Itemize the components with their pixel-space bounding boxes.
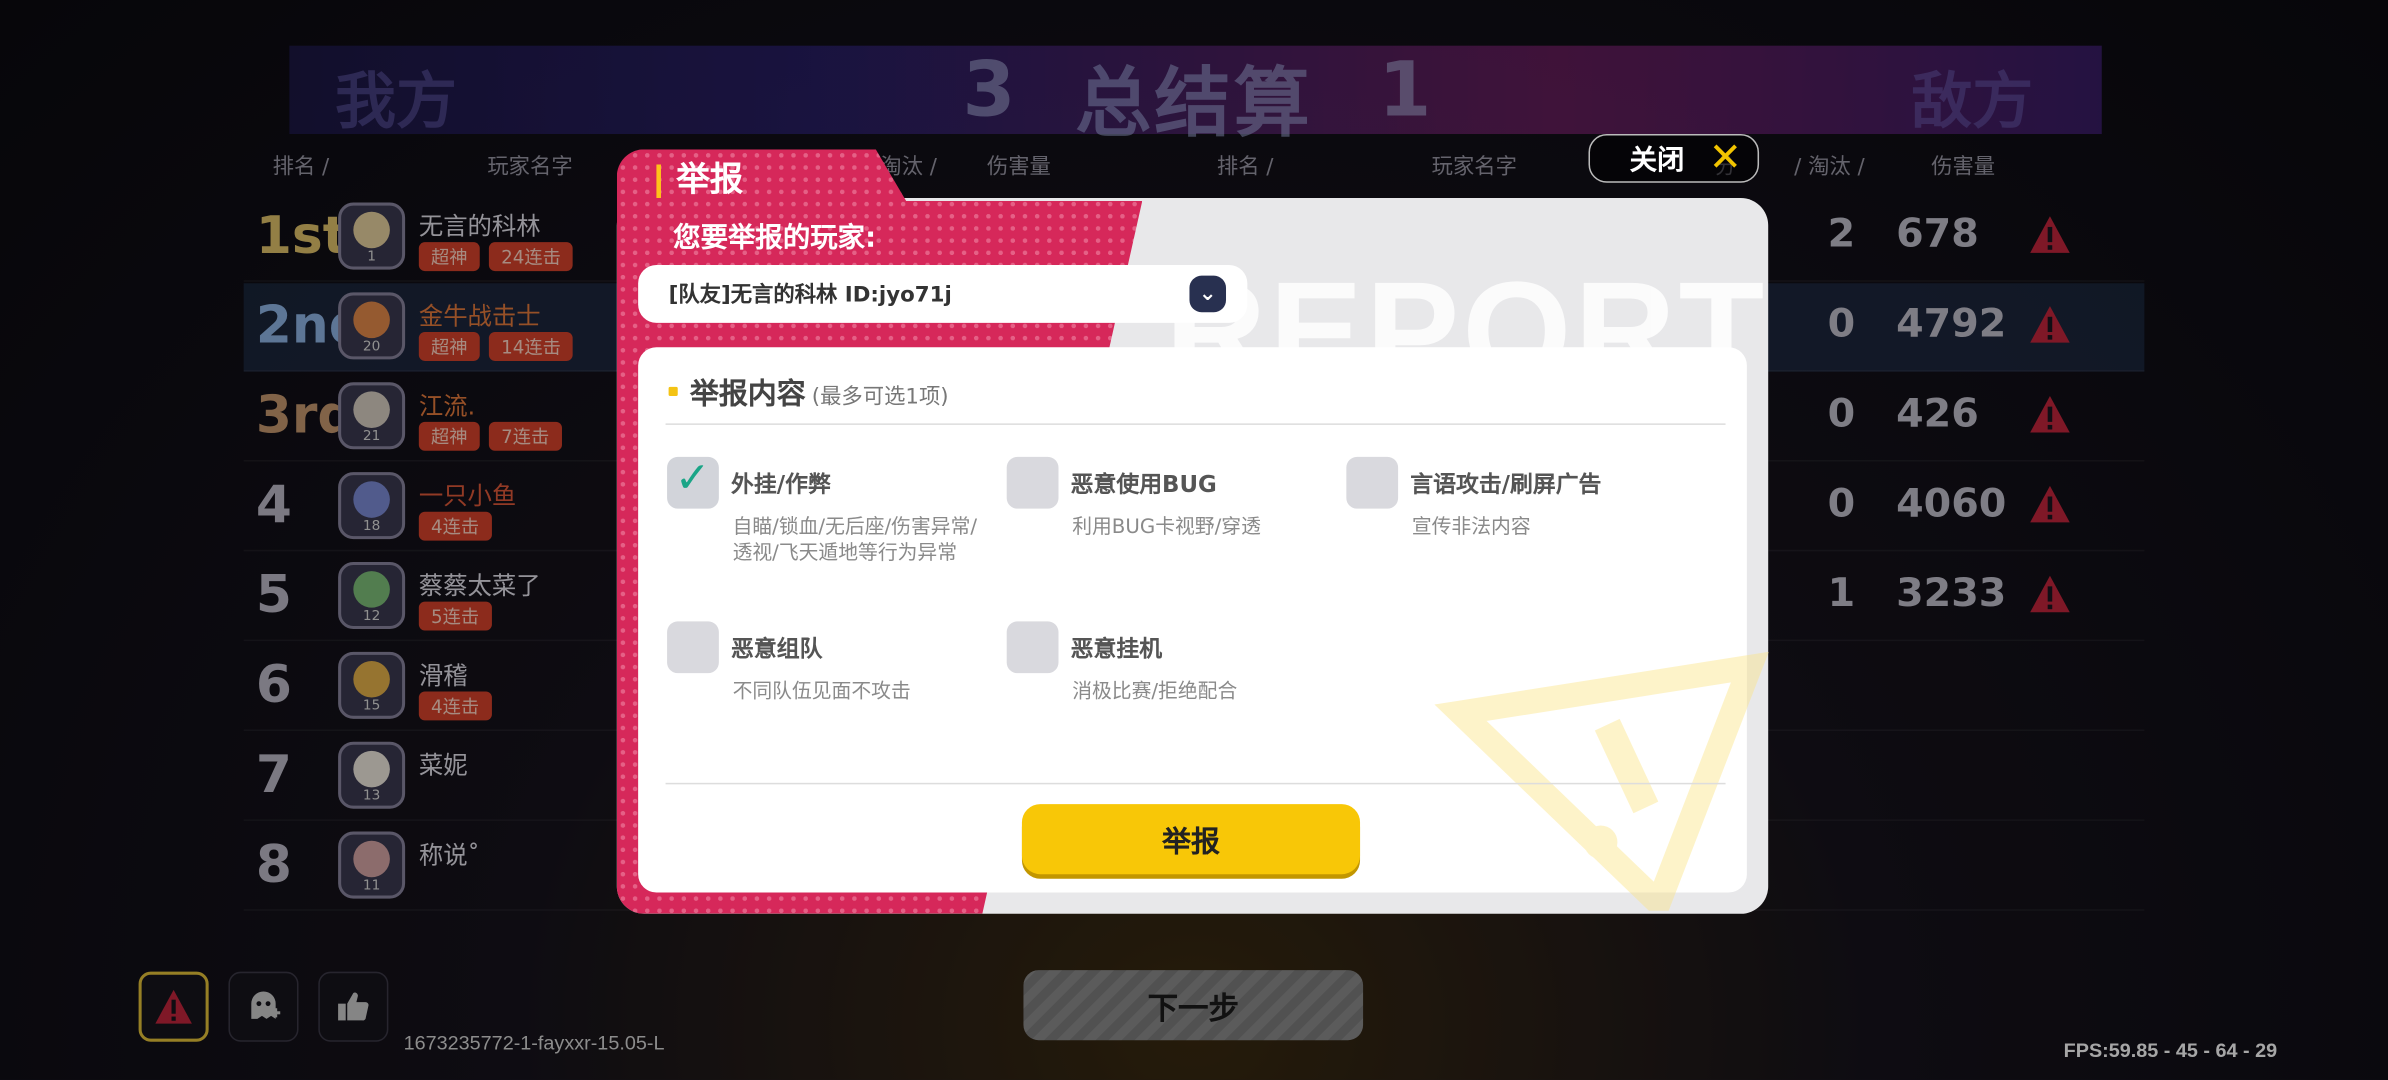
option-label: 恶意使用BUG <box>1070 470 1217 499</box>
report-dialog-title: 举报 <box>656 164 743 198</box>
submit-report-button[interactable]: 举报 <box>1021 804 1361 875</box>
close-label: 关闭 <box>1629 144 1685 177</box>
close-button[interactable]: 关闭 ✕ <box>1588 134 1760 183</box>
option-description: 宣传非法内容 <box>1411 516 1531 540</box>
divider <box>665 423 1726 425</box>
checkbox-checked[interactable] <box>667 452 719 509</box>
section-marker <box>668 386 678 396</box>
checkbox[interactable] <box>1346 456 1399 509</box>
option-description: 消极比赛/拒绝配合 <box>1072 680 1238 704</box>
option-label: 恶意组队 <box>731 635 823 663</box>
option-label: 言语攻击/刷屏广告 <box>1410 470 1602 499</box>
selected-player-text: [队友]无言的科林 ID:jyo71j <box>668 283 952 308</box>
option-description: 利用BUG卡视野/穿透 <box>1072 516 1261 540</box>
report-dialog: REPORT 举报 您要举报的玩家: [队友]无言的科林 ID:jyo71j ⌄… <box>616 134 1769 914</box>
close-icon: ✕ <box>1708 135 1743 182</box>
player-select-dropdown[interactable]: [队友]无言的科林 ID:jyo71j ⌄ <box>638 265 1248 323</box>
option-description: 自瞄/锁血/无后座/伤害异常/透视/飞天遁地等行为异常 <box>732 516 978 566</box>
checkbox[interactable] <box>667 621 719 674</box>
option-label: 恶意挂机 <box>1070 635 1163 663</box>
checkbox[interactable] <box>1006 456 1059 509</box>
section-hint: (最多可选1项) <box>811 385 949 410</box>
report-content-panel: 举报内容(最多可选1项) 外挂/作弊 自瞄/锁血/无后座/伤害异常/透视/飞天遁… <box>638 347 1769 911</box>
report-target-label: 您要举报的玩家: <box>673 222 877 255</box>
chevron-down-icon[interactable]: ⌄ <box>1189 275 1227 313</box>
divider <box>665 782 1726 785</box>
checkbox[interactable] <box>1006 621 1059 674</box>
option-label: 外挂/作弊 <box>731 470 831 499</box>
section-title: 举报内容 (最多可选1项) <box>689 377 949 412</box>
warning-watermark-icon <box>1434 651 1769 911</box>
option-description: 不同队伍见面不攻击 <box>732 680 911 704</box>
